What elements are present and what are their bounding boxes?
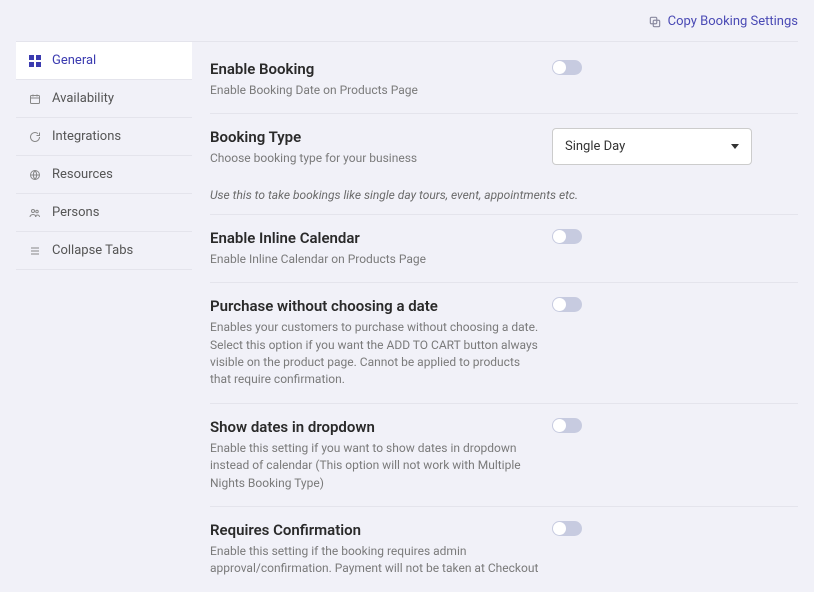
sidebar-item-persons[interactable]: Persons bbox=[16, 194, 192, 232]
persons-icon bbox=[28, 206, 42, 220]
sidebar-item-label: Persons bbox=[52, 205, 99, 220]
chevron-down-icon bbox=[731, 144, 739, 149]
booking-type-hint: Use this to take bookings like single da… bbox=[210, 182, 798, 215]
setting-desc: Enables your customers to purchase witho… bbox=[210, 319, 540, 389]
calendar-icon bbox=[28, 92, 42, 106]
inline-calendar-toggle[interactable] bbox=[552, 229, 582, 244]
setting-title: Enable Booking bbox=[210, 60, 540, 78]
sidebar-item-label: General bbox=[52, 53, 96, 68]
dates-dropdown-toggle[interactable] bbox=[552, 418, 582, 433]
globe-icon bbox=[28, 168, 42, 182]
setting-title: Purchase without choosing a date bbox=[210, 297, 540, 315]
setting-title: Booking Type bbox=[210, 128, 540, 146]
sidebar-item-label: Resources bbox=[52, 167, 113, 182]
settings-panel: Enable Booking Enable Booking Date on Pr… bbox=[210, 42, 798, 592]
sidebar-item-label: Collapse Tabs bbox=[52, 243, 133, 258]
setting-desc: Enable this setting if you want to show … bbox=[210, 440, 540, 492]
sidebar: General Availability Integrations bbox=[16, 42, 192, 592]
sidebar-item-availability[interactable]: Availability bbox=[16, 80, 192, 118]
setting-enable-booking: Enable Booking Enable Booking Date on Pr… bbox=[210, 60, 798, 114]
setting-title: Show dates in dropdown bbox=[210, 418, 540, 436]
sidebar-item-resources[interactable]: Resources bbox=[16, 156, 192, 194]
list-icon bbox=[28, 244, 42, 258]
copy-icon bbox=[648, 15, 662, 29]
grid-icon bbox=[28, 54, 42, 68]
setting-desc: Enable this setting if the booking requi… bbox=[210, 543, 540, 578]
setting-desc: Enable Booking Date on Products Page bbox=[210, 82, 540, 99]
setting-booking-type: Booking Type Choose booking type for you… bbox=[210, 114, 798, 181]
sidebar-item-general[interactable]: General bbox=[16, 42, 192, 80]
booking-type-selected: Single Day bbox=[565, 139, 625, 154]
booking-type-select[interactable]: Single Day bbox=[552, 128, 752, 165]
setting-desc: Enable Inline Calendar on Products Page bbox=[210, 251, 540, 268]
copy-booking-settings-label: Copy Booking Settings bbox=[668, 14, 798, 29]
setting-dates-dropdown: Show dates in dropdown Enable this setti… bbox=[210, 404, 798, 507]
enable-booking-toggle[interactable] bbox=[552, 60, 582, 75]
sidebar-item-collapse-tabs[interactable]: Collapse Tabs bbox=[16, 232, 192, 270]
setting-requires-confirmation: Requires Confirmation Enable this settin… bbox=[210, 507, 798, 592]
setting-desc: Choose booking type for your business bbox=[210, 150, 540, 167]
sync-icon bbox=[28, 130, 42, 144]
setting-inline-calendar: Enable Inline Calendar Enable Inline Cal… bbox=[210, 215, 798, 283]
sidebar-item-label: Availability bbox=[52, 91, 114, 106]
setting-title: Requires Confirmation bbox=[210, 521, 540, 539]
copy-booking-settings-link[interactable]: Copy Booking Settings bbox=[648, 14, 798, 29]
sidebar-item-label: Integrations bbox=[52, 129, 121, 144]
setting-title: Enable Inline Calendar bbox=[210, 229, 540, 247]
purchase-without-date-toggle[interactable] bbox=[552, 297, 582, 312]
requires-confirmation-toggle[interactable] bbox=[552, 521, 582, 536]
setting-purchase-without-date: Purchase without choosing a date Enables… bbox=[210, 283, 798, 404]
top-bar: Copy Booking Settings bbox=[16, 10, 798, 42]
sidebar-item-integrations[interactable]: Integrations bbox=[16, 118, 192, 156]
